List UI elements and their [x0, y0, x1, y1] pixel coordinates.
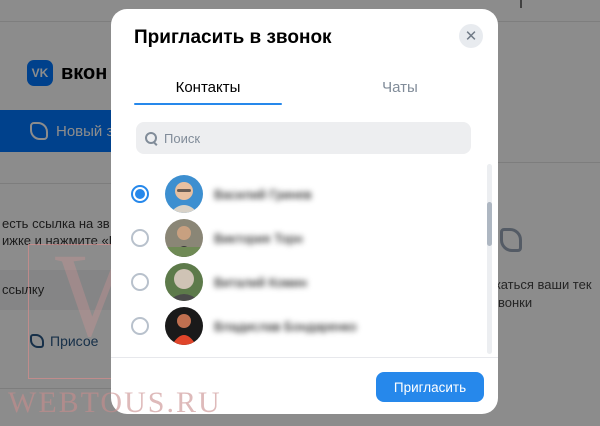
- contact-name: Виталий Комин: [214, 274, 307, 290]
- scrollbar[interactable]: [487, 164, 492, 354]
- contact-radio[interactable]: [131, 273, 149, 291]
- watermark-text: WEBTOUS.RU: [8, 386, 222, 419]
- contact-row[interactable]: Виталий Комин: [111, 260, 486, 304]
- contact-radio[interactable]: [131, 317, 149, 335]
- contact-radio-checked[interactable]: [131, 185, 149, 203]
- avatar: [165, 263, 203, 301]
- search-icon: [145, 131, 158, 145]
- tab-chats[interactable]: Чаты: [326, 79, 474, 96]
- close-button[interactable]: ✕: [459, 24, 483, 48]
- close-icon: ✕: [464, 28, 478, 45]
- tab-contacts[interactable]: Контакты: [134, 79, 282, 96]
- scrollbar-thumb[interactable]: [487, 202, 492, 246]
- contact-name: Виктория Торн: [214, 230, 303, 246]
- contact-radio[interactable]: [131, 229, 149, 247]
- invite-button[interactable]: Пригласить: [376, 372, 484, 402]
- footer-divider: [111, 357, 498, 358]
- search-box[interactable]: [136, 122, 471, 154]
- search-input[interactable]: [164, 130, 444, 146]
- invite-to-call-dialog: Пригласить в звонок ✕ Контакты Чаты Васи…: [111, 9, 498, 414]
- avatar: [165, 219, 203, 257]
- avatar: [165, 307, 203, 345]
- contact-row[interactable]: Виктория Торн: [111, 216, 486, 260]
- contact-name: Василий Гринев: [214, 186, 312, 202]
- contact-row[interactable]: Василий Гринев: [111, 172, 486, 216]
- contact-row[interactable]: Владислав Бондаренко: [111, 304, 486, 348]
- contact-name: Владислав Бондаренко: [214, 318, 357, 334]
- dialog-title: Пригласить в звонок: [134, 27, 332, 48]
- active-tab-indicator: [134, 103, 282, 105]
- avatar: [165, 175, 203, 213]
- contact-list: Василий Гринев Виктория Торн Виталий Ком…: [111, 164, 486, 354]
